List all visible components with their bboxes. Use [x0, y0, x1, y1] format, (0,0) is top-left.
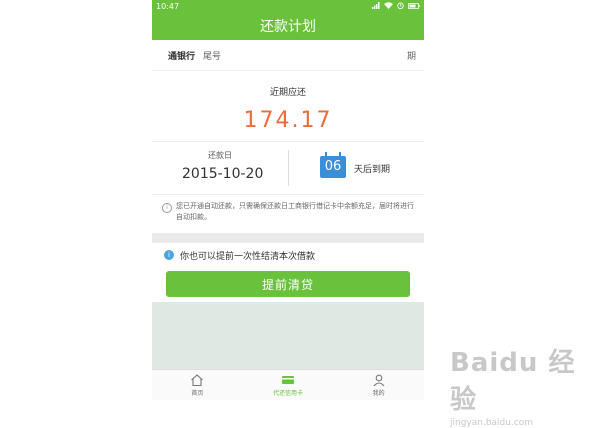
nav-bar: 还款计划 — [152, 12, 424, 40]
home-icon — [191, 374, 204, 387]
tab-home[interactable]: 首页 — [152, 370, 243, 400]
phone-screen: 10:47 还款计划 通银行 尾号 期 近期应还 174.17 还款日 2015… — [152, 0, 424, 400]
info-icon: i — [164, 250, 174, 260]
status-time: 10:47 — [156, 1, 180, 11]
bank-name: 通银行 — [168, 51, 196, 62]
alarm-icon — [397, 2, 404, 11]
credit-card-icon — [282, 376, 294, 384]
due-date-value: 2015-10-20 — [182, 166, 264, 182]
wifi-icon — [384, 1, 393, 11]
due-title: 近期应还 — [269, 88, 306, 98]
early-payoff-button[interactable]: 提前清贷 — [166, 271, 410, 297]
early-repay-hint: i 你也可以提前一次性结清本次借款 — [152, 243, 424, 267]
auto-repay-note-text: 您已开通自动还款，只需确保还款日工商银行借记卡中余额充足，届时将进行自动扣款。 — [176, 202, 414, 221]
battery-icon — [408, 2, 420, 11]
tab-mine[interactable]: 我的 — [333, 370, 424, 400]
watermark-logo: Baidu 经验 — [450, 348, 576, 415]
section-separator — [152, 233, 424, 243]
baidu-watermark: Baidu 经验 jingyan.baidu.com — [450, 342, 580, 428]
auto-repay-note: i 您已开通自动还款，只需确保还款日工商银行借记卡中余额充足，届时将进行自动扣款… — [152, 194, 424, 233]
page-title: 还款计划 — [260, 19, 316, 35]
tab-mine-label: 我的 — [372, 390, 385, 397]
card-tail-label: 尾号 — [203, 51, 222, 62]
watermark-url: jingyan.baidu.com — [450, 418, 534, 428]
user-icon — [373, 374, 385, 387]
bank-selector[interactable]: 通银行 尾号 期 — [152, 40, 424, 71]
period-label: 期 — [406, 51, 416, 62]
info-icon: i — [162, 203, 172, 213]
tab-credit-card[interactable]: 代还信用卡 — [243, 370, 334, 400]
status-bar: 10:47 — [152, 0, 424, 12]
divider — [288, 150, 289, 186]
due-amount: 174.17 — [243, 108, 333, 133]
days-remaining: 06 — [324, 159, 342, 174]
empty-area — [152, 302, 424, 370]
due-date-label: 还款日 — [208, 151, 232, 160]
days-suffix: 天后到期 — [354, 165, 391, 175]
early-repay-text: 你也可以提前一次性结清本次借款 — [180, 251, 316, 262]
tab-bar: 首页 代还信用卡 我的 — [152, 369, 424, 400]
signal-icon — [372, 1, 380, 11]
calendar-icon: 06 — [320, 152, 346, 178]
tab-credit-card-label: 代还信用卡 — [273, 390, 304, 397]
due-date-block: 还款日 2015-10-20 06 天后到期 — [152, 141, 424, 194]
tab-home-label: 首页 — [191, 390, 204, 397]
